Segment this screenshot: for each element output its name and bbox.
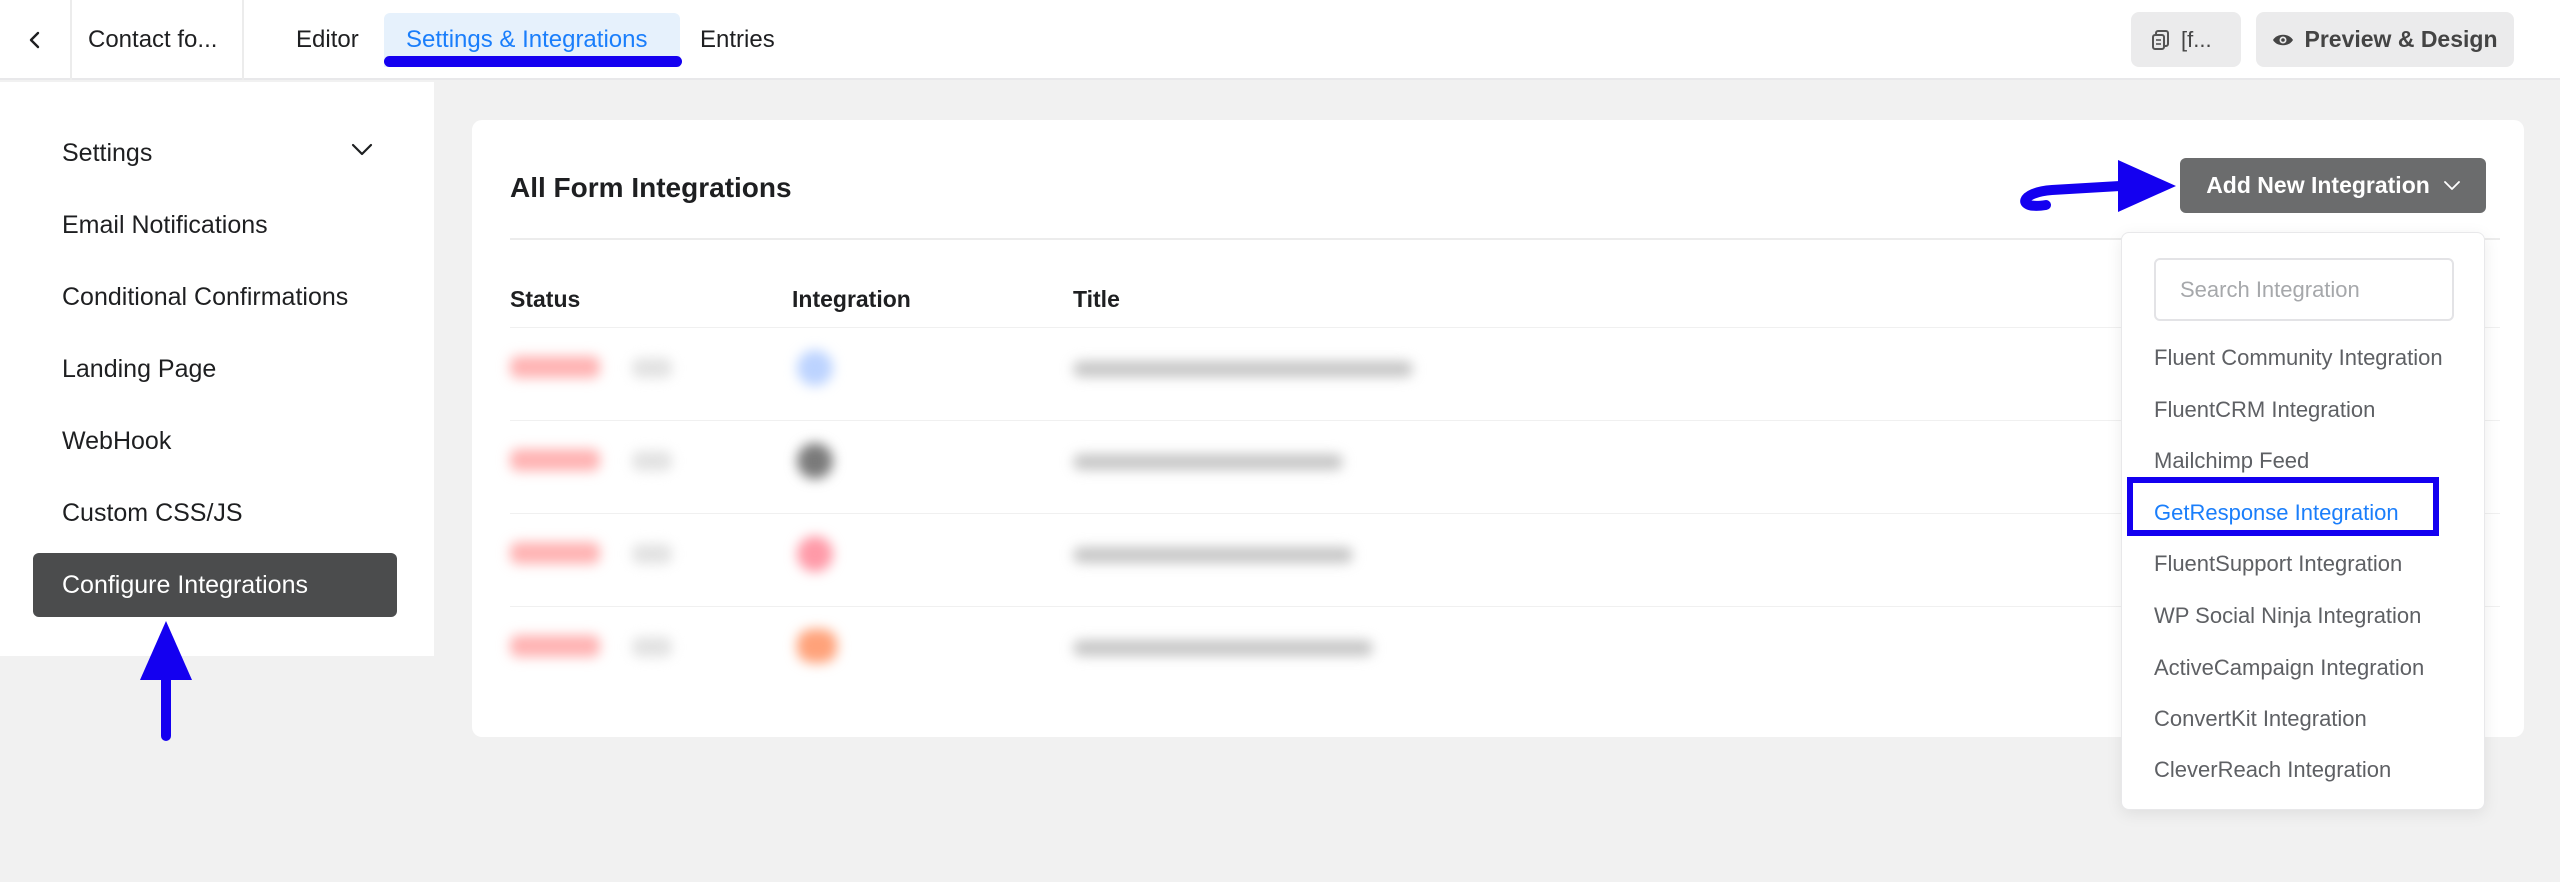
sidebar-item-email-notifications[interactable]: Email Notifications: [33, 193, 397, 257]
preview-design-label: Preview & Design: [2304, 26, 2498, 52]
chevron-down-icon: [2443, 180, 2460, 190]
add-new-integration-button[interactable]: Add New Integration: [2180, 158, 2486, 213]
search-integration-input[interactable]: [2154, 258, 2454, 321]
sidebar-item-label: Email Notifications: [62, 210, 268, 239]
column-header-title: Title: [1073, 286, 1120, 312]
sidebar-item-webhook[interactable]: WebHook: [33, 409, 397, 473]
back-button[interactable]: [0, 0, 72, 80]
tab-entries[interactable]: Entries: [700, 13, 775, 67]
dropdown-item-fluent-community[interactable]: Fluent Community Integration: [2154, 345, 2443, 371]
shortcode-button[interactable]: [f...: [2131, 12, 2241, 67]
status-toggle[interactable]: [632, 637, 672, 657]
status-toggle[interactable]: [632, 451, 672, 471]
integration-logo: [797, 536, 833, 572]
top-bar: Contact fo... Editor Settings & Integrat…: [0, 0, 2560, 80]
eye-icon: [2273, 34, 2294, 45]
sidebar-item-label: WebHook: [62, 426, 172, 455]
integration-logo: [797, 629, 837, 663]
sidebar-item-label: Conditional Confirmations: [62, 282, 349, 311]
column-header-status: Status: [510, 286, 581, 312]
dropdown-item-mailchimp[interactable]: Mailchimp Feed: [2154, 448, 2309, 474]
sidebar-item-settings[interactable]: Settings: [33, 121, 397, 185]
status-toggle[interactable]: [632, 358, 672, 378]
chevron-down-icon: [351, 143, 373, 156]
sidebar-item-label: Settings: [62, 138, 153, 167]
sidebar-item-landing-page[interactable]: Landing Page: [33, 337, 397, 401]
tab-editor[interactable]: Editor: [296, 13, 359, 67]
column-header-integration: Integration: [792, 286, 911, 312]
copy-icon: [2152, 29, 2169, 50]
sidebar-item-configure-integrations[interactable]: Configure Integrations: [33, 553, 397, 617]
annotation-highlight-box: [2127, 477, 2439, 536]
integration-title: [1073, 361, 1413, 377]
status-toggle[interactable]: [632, 544, 672, 564]
add-new-integration-label: Add New Integration: [2206, 172, 2430, 198]
dropdown-item-fluentcrm[interactable]: FluentCRM Integration: [2154, 397, 2375, 423]
dropdown-item-activecampaign[interactable]: ActiveCampaign Integration: [2154, 655, 2424, 681]
sidebar-item-conditional-confirmations[interactable]: Conditional Confirmations: [33, 265, 397, 329]
integration-logo: [797, 350, 833, 386]
preview-design-button[interactable]: Preview & Design: [2256, 12, 2514, 67]
sidebar-item-label: Landing Page: [62, 354, 217, 383]
status-badge: [510, 542, 600, 564]
sidebar-item-custom-css-js[interactable]: Custom CSS/JS: [33, 481, 397, 545]
dropdown-item-cleverreach[interactable]: CleverReach Integration: [2154, 757, 2391, 783]
status-badge: [510, 356, 600, 378]
chevron-left-icon: [29, 31, 40, 49]
dropdown-item-fluentsupport[interactable]: FluentSupport Integration: [2154, 551, 2402, 577]
integration-dropdown: Fluent Community Integration FluentCRM I…: [2121, 232, 2485, 810]
sidebar-item-label: Custom CSS/JS: [62, 498, 243, 527]
integration-title: [1073, 640, 1373, 656]
integration-title: [1073, 454, 1343, 470]
form-name: Contact fo...: [72, 0, 244, 80]
dropdown-item-wp-social-ninja[interactable]: WP Social Ninja Integration: [2154, 603, 2421, 629]
integration-logo: [797, 443, 833, 479]
page-title: All Form Integrations: [510, 172, 792, 203]
dropdown-item-convertkit[interactable]: ConvertKit Integration: [2154, 706, 2367, 732]
sidebar-item-label: Configure Integrations: [62, 570, 308, 599]
integration-title: [1073, 547, 1353, 563]
shortcode-label: [f...: [2181, 26, 2212, 52]
status-badge: [510, 635, 600, 657]
settings-sidebar: Settings Email Notifications Conditional…: [0, 82, 434, 656]
status-badge: [510, 449, 600, 471]
tab-annotation-underline: [384, 56, 682, 67]
